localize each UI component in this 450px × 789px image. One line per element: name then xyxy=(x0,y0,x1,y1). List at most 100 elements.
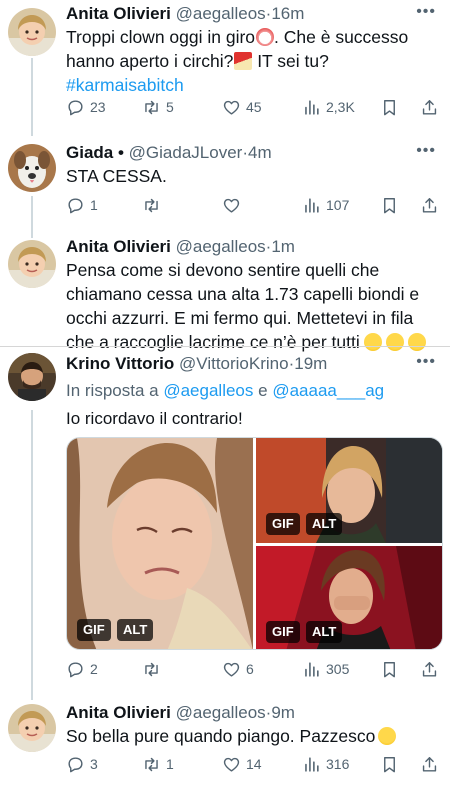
avatar[interactable] xyxy=(8,144,56,192)
gif-media-bottom-right[interactable]: GIF ALT xyxy=(256,546,442,649)
author-name[interactable]: Anita Olivieri xyxy=(66,4,171,23)
alt-badge[interactable]: ALT xyxy=(117,619,154,641)
more-icon[interactable]: ••• xyxy=(416,1,436,23)
tweet[interactable]: Giada • @GiadaJLover·4m ••• STA CESSA. 1… xyxy=(0,136,450,236)
reply-context: In risposta a @aegalleos e @aaaaa___ag xyxy=(66,381,436,401)
reply-count: 2 xyxy=(90,661,98,677)
tweet-text-line: chiamano cessa una alta 1.73 capelli bio… xyxy=(66,284,420,304)
name-dot: • xyxy=(117,143,124,162)
like-button[interactable]: 45 xyxy=(222,96,262,118)
views-button[interactable]: 305 xyxy=(302,658,349,680)
gif-media-large[interactable]: GIF ALT xyxy=(67,438,253,649)
views-count: 107 xyxy=(326,197,350,213)
gif-badge: GIF xyxy=(266,621,300,643)
author-handle[interactable]: @aegalleos xyxy=(176,4,266,23)
tweet-text: Troppi clown oggi in giro . Che è success… xyxy=(66,25,436,97)
avatar[interactable] xyxy=(8,240,56,288)
hashtag-link[interactable]: #karmaisabitch xyxy=(66,75,184,95)
retweet-icon xyxy=(142,98,161,117)
tweet-text-line: Pensa come si devono sentire quelli che xyxy=(66,260,380,280)
tweet[interactable]: Anita Olivieri @aegalleos·9m So bella pu… xyxy=(0,700,450,789)
reply-icon xyxy=(66,660,85,679)
views-button[interactable]: 2,3K xyxy=(302,96,355,118)
bookmark-button[interactable] xyxy=(380,753,399,775)
bookmark-button[interactable] xyxy=(380,96,399,118)
share-button[interactable] xyxy=(420,658,439,680)
views-count: 305 xyxy=(326,661,350,677)
like-button[interactable]: 6 xyxy=(222,658,254,680)
reply-button[interactable]: 23 xyxy=(66,96,106,118)
author-name[interactable]: Anita Olivieri xyxy=(66,703,171,722)
tweet[interactable]: Anita Olivieri @aegalleos·16m ••• Troppi… xyxy=(0,0,450,136)
tweet-actions: 2 6 305 xyxy=(66,658,440,680)
tweet-text-line: STA CESSA. xyxy=(66,166,167,186)
retweet-button[interactable] xyxy=(142,194,166,216)
share-button[interactable] xyxy=(420,96,439,118)
views-icon xyxy=(302,196,321,215)
tweet-text: Pensa come si devono sentire quelli che … xyxy=(66,258,436,354)
timestamp[interactable]: 16m xyxy=(271,4,304,23)
tweet-actions: 3 1 14 316 xyxy=(66,753,440,775)
timestamp[interactable]: 19m xyxy=(294,354,327,373)
bookmark-icon xyxy=(380,755,399,774)
more-icon[interactable]: ••• xyxy=(416,140,436,162)
author-name[interactable]: Giada xyxy=(66,143,113,162)
bookmark-button[interactable] xyxy=(380,194,399,216)
mention-link[interactable]: @aaaaa___ag xyxy=(272,381,384,400)
views-icon xyxy=(302,98,321,117)
reply-icon xyxy=(66,98,85,117)
tweet-text-line: . Che è successo xyxy=(274,27,409,47)
timestamp[interactable]: 4m xyxy=(248,143,272,162)
retweet-button[interactable]: 1 xyxy=(142,753,174,775)
tweet-text-line: IT sei tu? xyxy=(252,51,329,71)
reply-button[interactable]: 1 xyxy=(66,194,98,216)
like-count: 6 xyxy=(246,661,254,677)
views-button[interactable]: 107 xyxy=(302,194,349,216)
author-handle[interactable]: @VittorioKrino xyxy=(179,354,289,373)
views-count: 316 xyxy=(326,756,350,772)
views-count: 2,3K xyxy=(326,99,355,115)
tweet-text: Io ricordavo il contrario! xyxy=(66,407,436,431)
tweet[interactable]: Anita Olivieri @aegalleos·1m Pensa come … xyxy=(0,236,450,352)
mention-link[interactable]: @aegalleos xyxy=(163,381,253,400)
tweet-text-line: Troppi clown oggi in giro xyxy=(66,27,256,47)
circus-tent-emoji-icon xyxy=(234,52,253,70)
retweet-button[interactable]: 5 xyxy=(142,96,174,118)
clown-emoji-icon xyxy=(256,28,275,46)
retweet-button[interactable] xyxy=(142,658,166,680)
avatar[interactable] xyxy=(8,353,56,401)
reply-icon xyxy=(66,755,85,774)
timestamp[interactable]: 9m xyxy=(271,703,295,722)
reply-button[interactable]: 2 xyxy=(66,658,98,680)
reply-count: 3 xyxy=(90,756,98,772)
avatar[interactable] xyxy=(8,8,56,56)
like-button[interactable]: 14 xyxy=(222,753,262,775)
author-name[interactable]: Anita Olivieri xyxy=(66,237,171,256)
author-handle[interactable]: @aegalleos xyxy=(176,703,266,722)
views-icon xyxy=(302,755,321,774)
tweet-text-line: Io ricordavo il contrario! xyxy=(66,409,243,428)
share-button[interactable] xyxy=(420,753,439,775)
share-button[interactable] xyxy=(420,194,439,216)
reply-button[interactable]: 3 xyxy=(66,753,98,775)
gif-badge: GIF xyxy=(266,513,300,535)
more-icon[interactable]: ••• xyxy=(416,351,436,373)
author-name[interactable]: Krino Vittorio xyxy=(66,354,174,373)
retweet-icon xyxy=(142,660,161,679)
author-handle[interactable]: @aegalleos xyxy=(176,237,266,256)
alt-badge[interactable]: ALT xyxy=(306,621,343,643)
views-button[interactable]: 316 xyxy=(302,753,349,775)
like-icon xyxy=(222,755,241,774)
gif-media-top-right[interactable]: GIF ALT xyxy=(256,438,442,543)
bookmark-button[interactable] xyxy=(380,658,399,680)
tweet-actions: 23 5 45 2,3K xyxy=(66,96,440,118)
reply-prefix: In risposta a xyxy=(66,381,159,400)
like-button[interactable] xyxy=(222,194,246,216)
tweet-text: STA CESSA. xyxy=(66,164,436,188)
avatar[interactable] xyxy=(8,704,56,752)
author-handle[interactable]: @GiadaJLover xyxy=(129,143,243,162)
alt-badge[interactable]: ALT xyxy=(306,513,343,535)
timestamp[interactable]: 1m xyxy=(271,237,295,256)
reply-icon xyxy=(66,196,85,215)
retweet-icon xyxy=(142,196,161,215)
